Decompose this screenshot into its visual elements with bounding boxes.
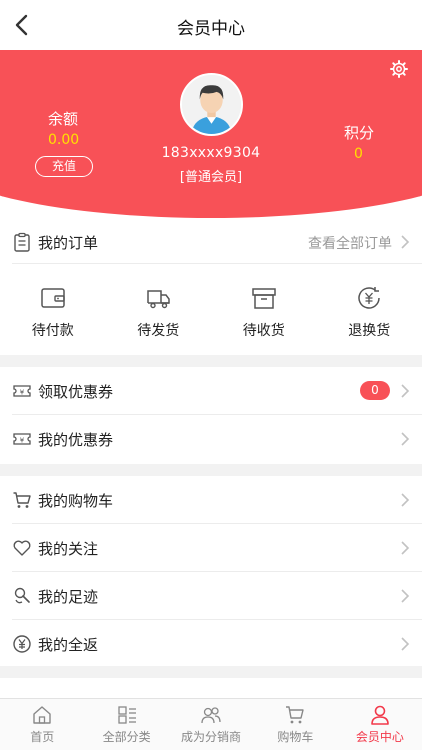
users-icon (201, 707, 221, 724)
tab-member-center[interactable]: 会员中心 (338, 699, 422, 750)
tab-home[interactable]: 首页 (0, 699, 84, 750)
chevron-right-icon (401, 589, 410, 603)
tab-distributor[interactable]: 成为分销商 (169, 699, 253, 750)
box-icon (252, 288, 276, 309)
tab-label: 购物车 (277, 730, 314, 744)
user-icon (371, 705, 389, 725)
tab-label: 全部分类 (102, 730, 151, 744)
coupons-card: ¥ 领取优惠券 0 ¥ 我的优惠券 (0, 367, 422, 464)
truck-icon (147, 290, 170, 309)
tab-cart[interactable]: 购物车 (253, 699, 337, 750)
my-cart-row[interactable]: 我的购物车 (12, 476, 422, 524)
next-card-partial (0, 678, 422, 698)
my-coupons-label: 我的优惠券 (38, 431, 114, 449)
points-value: 0 (354, 146, 363, 162)
wallet-icon (41, 288, 65, 308)
order-status-pending-receipt[interactable]: 待收货 (211, 264, 317, 356)
clipboard-icon (14, 232, 30, 252)
order-status-returns[interactable]: 退换货 (317, 264, 422, 356)
tab-label: 首页 (30, 730, 55, 744)
avatar[interactable] (180, 73, 243, 136)
refund-icon (358, 287, 380, 309)
tab-categories[interactable]: 全部分类 (84, 699, 168, 750)
balance-label: 余额 (48, 110, 79, 128)
user-avatar-icon (182, 75, 241, 134)
view-all-orders-link[interactable]: 查看全部订单 (308, 233, 392, 253)
category-list-icon (117, 706, 136, 724)
my-cart-label: 我的购物车 (38, 492, 114, 510)
my-footprint-label: 我的足迹 (38, 588, 99, 606)
my-follows-label: 我的关注 (38, 540, 99, 558)
top-nav-bar: 会员中心 (0, 0, 422, 50)
chevron-right-icon (401, 541, 410, 555)
settings-gear-icon[interactable] (390, 60, 408, 78)
profile-header: 余额 0.00 充值 183xxxx9304 [普通会员] 积分 0 (0, 50, 422, 225)
chevron-right-icon (401, 384, 410, 398)
my-footprint-row[interactable]: 我的足迹 (12, 572, 422, 620)
menu-card: 我的购物车 我的关注 我的足迹 我的全返 (0, 476, 422, 666)
tab-label: 成为分销商 (181, 730, 242, 744)
bottom-tab-bar: 首页 全部分类 成为分销商 购物车 会员中心 (0, 698, 422, 750)
order-status-label: 待发货 (137, 323, 180, 339)
orders-card: 我的订单 查看全部订单 待付款 待发货 待收货 退换货 (0, 220, 422, 355)
points-label: 积分 (344, 124, 375, 142)
order-status-label: 待收货 (242, 323, 285, 339)
my-coupons-row[interactable]: ¥ 我的优惠券 (12, 415, 422, 463)
chevron-right-icon (401, 432, 410, 446)
order-status-label: 待付款 (31, 323, 74, 339)
order-status-pending-payment[interactable]: 待付款 (0, 264, 106, 356)
my-orders-row[interactable]: 我的订单 查看全部订单 (12, 220, 422, 264)
cart-icon (286, 706, 305, 724)
footprint-icon (14, 587, 30, 604)
cashback-icon (13, 635, 31, 653)
svg-text:¥: ¥ (20, 437, 25, 445)
order-status-label: 退换货 (348, 323, 391, 339)
chevron-right-icon (401, 637, 410, 651)
my-follows-row[interactable]: 我的关注 (12, 524, 422, 572)
get-coupons-label: 领取优惠券 (38, 383, 114, 401)
order-status-pending-shipment[interactable]: 待发货 (106, 264, 212, 356)
my-cashback-label: 我的全返 (38, 636, 99, 654)
page-title: 会员中心 (177, 19, 245, 39)
chevron-right-icon (401, 235, 410, 249)
svg-text:¥: ¥ (20, 389, 25, 397)
coupon-count-badge: 0 (360, 381, 390, 400)
tab-label: 会员中心 (355, 730, 404, 744)
get-coupons-row[interactable]: ¥ 领取优惠券 0 (12, 367, 422, 415)
my-orders-label: 我的订单 (38, 234, 99, 252)
heart-icon (13, 540, 31, 556)
home-icon (33, 706, 51, 724)
member-level: [普通会员] (179, 170, 243, 185)
coupon-icon: ¥ (13, 433, 31, 445)
chevron-right-icon (401, 493, 410, 507)
order-status-grid: 待付款 待发货 待收货 退换货 (0, 264, 422, 356)
my-cashback-row[interactable]: 我的全返 (12, 620, 422, 668)
cart-icon (13, 492, 31, 508)
coupon-ticket-icon: ¥ (13, 385, 31, 397)
